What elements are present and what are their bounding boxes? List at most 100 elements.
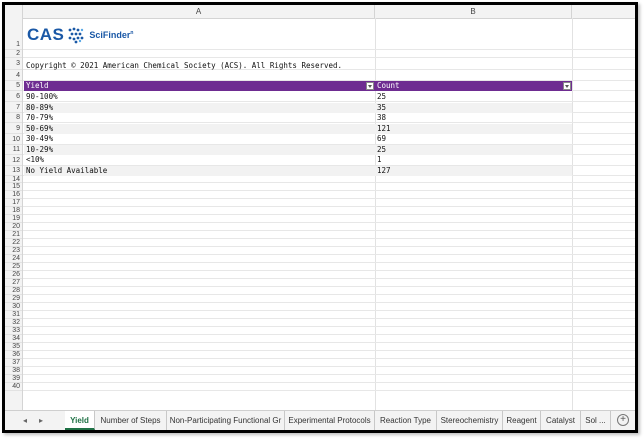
sheet-tab-stereochemistry[interactable]: Stereochemistry [437, 411, 503, 430]
sheet-tab-reagent[interactable]: Reagent [503, 411, 541, 430]
table-row[interactable]: 50-69% 121 [24, 123, 572, 134]
row-number[interactable]: 9 [5, 123, 22, 134]
count-cell[interactable]: 1 [375, 155, 382, 165]
count-cell[interactable]: 25 [375, 145, 386, 155]
row-number[interactable]: 1 [5, 18, 22, 50]
scroll-tabs-right-icon[interactable]: ▸ [35, 415, 47, 427]
sheet-tab-solvent[interactable]: Sol ... [581, 411, 611, 430]
row-number[interactable]: 28 [5, 287, 22, 295]
sheet-tab-bar: ◂ ▸ Yield Number of Steps Non-Participat… [5, 410, 635, 430]
row-number[interactable]: 17 [5, 199, 22, 207]
grid-row-line [23, 199, 635, 207]
scroll-tabs-left-icon[interactable]: ◂ [19, 415, 31, 427]
row-number[interactable]: 10 [5, 134, 22, 145]
grid-row-line [23, 255, 635, 263]
column-header-c[interactable] [572, 5, 635, 18]
add-sheet-icon[interactable]: + [617, 414, 629, 426]
sheet-tab-number-of-steps[interactable]: Number of Steps [95, 411, 167, 430]
grid-row-line [23, 239, 635, 247]
yield-cell[interactable]: 80-89% [24, 103, 53, 113]
row-number[interactable]: 18 [5, 207, 22, 215]
row-number[interactable]: 26 [5, 271, 22, 279]
row-number[interactable]: 6 [5, 91, 22, 102]
grid-row-line [23, 319, 635, 327]
row-number[interactable]: 4 [5, 70, 22, 81]
row-number[interactable]: 19 [5, 215, 22, 223]
row-number[interactable]: 23 [5, 247, 22, 255]
row-number[interactable]: 34 [5, 335, 22, 343]
sheet-tab-yield[interactable]: Yield [65, 411, 95, 430]
row-number[interactable]: 29 [5, 295, 22, 303]
grid-row-line [23, 311, 635, 319]
count-cell[interactable]: 127 [375, 166, 391, 176]
row-number[interactable]: 33 [5, 327, 22, 335]
row-number[interactable]: 37 [5, 359, 22, 367]
column-header-b[interactable]: B [375, 5, 572, 18]
row-number[interactable]: 24 [5, 255, 22, 263]
row-number[interactable]: 2 [5, 50, 22, 58]
column-header-a[interactable]: A [23, 5, 375, 18]
table-row[interactable]: 80-89% 35 [24, 102, 572, 113]
filter-dropdown-icon[interactable] [366, 82, 374, 90]
grid-row-line [23, 215, 635, 223]
sheet-tab-reaction-type[interactable]: Reaction Type [375, 411, 437, 430]
sheet-tab-non-participating-functional-groups[interactable]: Non-Participating Functional Gr [167, 411, 285, 430]
row-number[interactable]: 12 [5, 155, 22, 166]
count-cell[interactable]: 38 [375, 113, 386, 123]
row-number[interactable]: 36 [5, 351, 22, 359]
yield-cell[interactable]: <10% [24, 155, 44, 165]
worksheet-grid[interactable]: A B 1 2 3 4 5 6 7 8 9 10 11 12 13 14 15 16 17 18 19 20 21 22 2… [5, 5, 635, 410]
yield-cell[interactable]: 50-69% [24, 124, 53, 134]
row-number[interactable]: 27 [5, 279, 22, 287]
row-number[interactable]: 7 [5, 102, 22, 113]
sheet-tab-catalyst[interactable]: Catalyst [541, 411, 581, 430]
row-number[interactable]: 15 [5, 183, 22, 191]
logo-brand: CAS [27, 25, 65, 44]
count-cell[interactable]: 121 [375, 124, 391, 134]
grid-row-line [23, 383, 635, 391]
grid-row-line [23, 176, 635, 183]
row-number[interactable]: 21 [5, 231, 22, 239]
row-number[interactable]: 25 [5, 263, 22, 271]
yield-cell[interactable]: 10-29% [24, 145, 53, 155]
row-number[interactable]: 8 [5, 113, 22, 123]
grid-row-line [23, 279, 635, 287]
row-number[interactable]: 39 [5, 375, 22, 383]
row-number[interactable]: 20 [5, 223, 22, 231]
row-number[interactable]: 32 [5, 319, 22, 327]
sheet-tab-experimental-protocols[interactable]: Experimental Protocols [285, 411, 375, 430]
row-number[interactable]: 22 [5, 239, 22, 247]
yield-cell[interactable]: 70-79% [24, 113, 53, 123]
row-number[interactable]: 14 [5, 176, 22, 183]
header-yield: Yield [26, 81, 49, 90]
logo-product: SciFindern [89, 30, 134, 40]
table-row[interactable]: 10-29% 25 [24, 144, 572, 155]
table-row[interactable]: 90-100% 25 [24, 92, 572, 102]
grid-row-line [23, 231, 635, 239]
row-number[interactable]: 13 [5, 166, 22, 176]
row-number[interactable]: 31 [5, 311, 22, 319]
row-number[interactable]: 40 [5, 383, 22, 391]
row-number[interactable]: 11 [5, 145, 22, 155]
table-row[interactable]: 70-79% 38 [24, 113, 572, 123]
row-number[interactable]: 38 [5, 367, 22, 375]
grid-row-line [23, 303, 635, 311]
table-header-row: Yield Count [24, 81, 572, 91]
yield-cell[interactable]: No Yield Available [24, 166, 107, 176]
row-number[interactable]: 30 [5, 303, 22, 311]
row-number[interactable]: 35 [5, 343, 22, 351]
table-row[interactable]: No Yield Available 127 [24, 165, 572, 176]
table-row[interactable]: <10% 1 [24, 155, 572, 165]
count-cell[interactable]: 35 [375, 103, 386, 113]
filter-dropdown-icon[interactable] [563, 82, 571, 90]
row-number[interactable]: 16 [5, 191, 22, 199]
row-number[interactable]: 3 [5, 58, 22, 70]
row-number[interactable]: 5 [5, 81, 22, 91]
count-cell[interactable]: 69 [375, 134, 386, 144]
yield-cell[interactable]: 30-49% [24, 134, 53, 144]
grid-row-line [23, 351, 635, 359]
count-cell[interactable]: 25 [375, 92, 386, 102]
yield-cell[interactable]: 90-100% [24, 92, 58, 102]
table-row[interactable]: 30-49% 69 [24, 134, 572, 144]
select-all-corner[interactable] [5, 5, 23, 18]
